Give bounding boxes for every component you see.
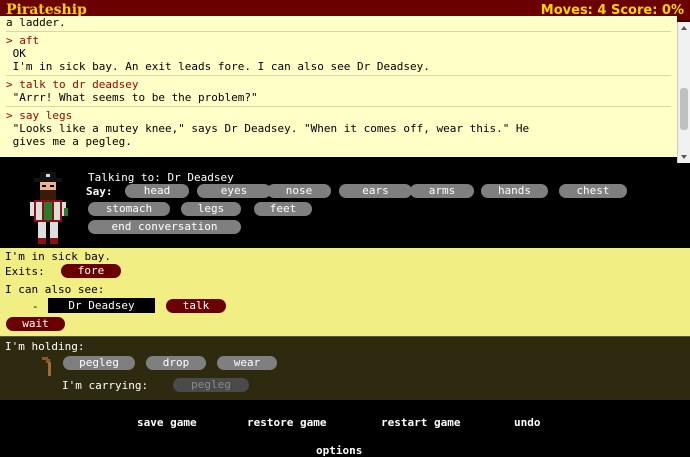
transcript-scrollbar[interactable] [677,22,690,163]
transcript-line: a ladder. [6,16,66,29]
scroll-thumb[interactable] [680,88,688,130]
location-description: I'm in sick bay. [5,250,111,263]
carried-item-pegleg[interactable]: pegleg [173,378,249,392]
talking-to-label: Talking to: Dr Deadsey [88,171,234,184]
transcript-line: "Arrr! What seems to be the problem?" [6,91,258,104]
scroll-down-icon[interactable] [681,155,687,159]
say-stomach-button[interactable]: stomach [88,202,170,216]
list-dash: - [32,300,39,313]
held-item-pegleg[interactable]: pegleg [63,356,135,370]
exit-fore-button[interactable]: fore [61,264,121,278]
drop-button[interactable]: drop [146,356,206,370]
pegleg-icon [42,357,51,376]
say-arms-button[interactable]: arms [410,184,474,198]
transcript-command: > talk to dr deadsey [6,78,139,91]
footer [0,400,690,450]
say-legs-button[interactable]: legs [181,202,241,216]
scroll-up-icon[interactable] [681,26,687,30]
transcript: a ladder. > aft OK I'm in sick bay. An ex… [0,16,677,157]
pirate-doctor-icon [30,172,68,244]
transcript-separator [6,106,671,107]
talk-button[interactable]: talk [166,299,226,313]
carrying-label: I'm carrying: [62,379,149,392]
character-name[interactable]: Dr Deadsey [48,298,155,313]
save-game-link[interactable]: save game [137,416,197,429]
holding-label: I'm holding: [5,340,85,353]
transcript-line: gives me a pegleg. [6,135,132,148]
transcript-line: "Looks like a mutey knee," says Dr Deads… [6,122,530,135]
end-conversation-button[interactable]: end conversation [88,220,241,234]
transcript-command: > aft [6,34,40,47]
restore-game-link[interactable]: restore game [247,416,326,429]
transcript-line: I'm in sick bay. An exit leads fore. I c… [6,60,430,73]
options-link[interactable]: options [316,444,362,457]
also-see-label: I can also see: [5,283,105,296]
say-head-button[interactable]: head [125,184,189,198]
say-label: Say: [86,185,113,198]
say-eyes-button[interactable]: eyes [197,184,271,198]
transcript-separator [6,75,671,76]
wait-button[interactable]: wait [6,317,65,331]
say-ears-button[interactable]: ears [339,184,412,198]
transcript-line: OK [6,47,26,60]
transcript-separator [6,31,671,32]
undo-link[interactable]: undo [514,416,541,429]
say-hands-button[interactable]: hands [481,184,548,198]
transcript-command: > say legs [6,109,73,122]
restart-game-link[interactable]: restart game [381,416,460,429]
say-chest-button[interactable]: chest [559,184,627,198]
say-feet-button[interactable]: feet [254,202,312,216]
say-nose-button[interactable]: nose [267,184,331,198]
wear-button[interactable]: wear [217,356,277,370]
exits-label: Exits: [5,265,45,278]
